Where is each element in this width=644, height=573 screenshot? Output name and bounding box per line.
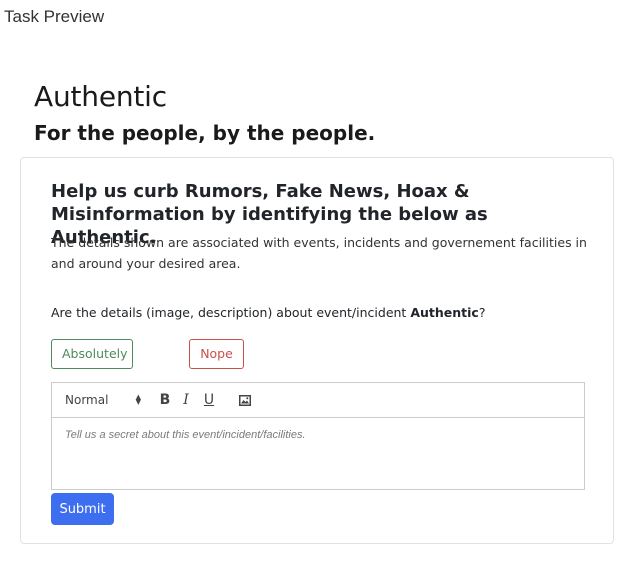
format-select-value: Normal xyxy=(65,393,109,407)
submit-button[interactable]: Submit xyxy=(51,493,114,525)
card-details: The details shown are associated with ev… xyxy=(51,235,587,271)
image-icon-graphic xyxy=(239,394,251,406)
editor-toolbar: Normal ▲ ▼ B I U xyxy=(52,383,584,418)
question-emphasis: Authentic xyxy=(410,305,479,320)
task-card: Help us curb Rumors, Fake News, Hoax & M… xyxy=(20,157,614,544)
italic-button[interactable]: I xyxy=(176,390,196,410)
editor-text-area[interactable]: Tell us a secret about this event/incide… xyxy=(52,418,584,489)
headline-text: Help us curb Rumors, Fake News, Hoax & M… xyxy=(51,181,488,225)
bold-button[interactable]: B xyxy=(155,390,175,410)
question-suffix: ? xyxy=(478,305,486,320)
format-select[interactable]: Normal ▲ ▼ xyxy=(65,383,141,417)
select-arrows-icon: ▲ ▼ xyxy=(135,393,141,406)
authenticity-question: Are the details (image, description) abo… xyxy=(51,305,485,320)
absolutely-button[interactable]: Absolutely xyxy=(51,339,133,369)
window-title: Task Preview xyxy=(4,7,105,26)
underline-button[interactable]: U xyxy=(199,390,219,410)
nope-button[interactable]: Nope xyxy=(189,339,244,369)
question-text: Are the details (image, description) abo… xyxy=(51,305,411,320)
image-icon[interactable] xyxy=(235,390,255,410)
page-tagline: For the people, by the people. xyxy=(34,121,376,145)
rich-text-editor: Normal ▲ ▼ B I U Tell us a secret about t… xyxy=(51,382,585,490)
task-preview-page: Task Preview Authentic For the people, b… xyxy=(0,0,644,573)
page-title: Authentic xyxy=(34,80,167,113)
